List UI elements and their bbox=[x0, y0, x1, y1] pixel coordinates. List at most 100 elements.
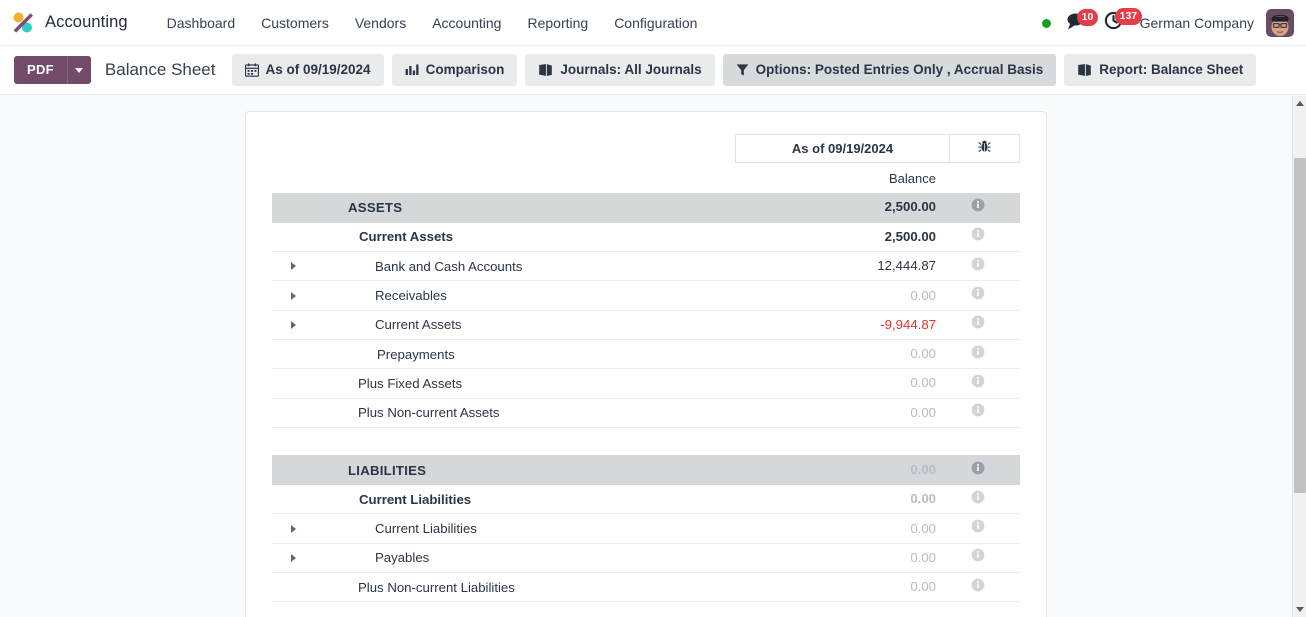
menu-vendors[interactable]: Vendors bbox=[342, 9, 419, 37]
info-circle-icon[interactable] bbox=[971, 519, 985, 538]
caret-right-icon[interactable] bbox=[290, 320, 296, 329]
row-value: 0.00 bbox=[910, 375, 936, 391]
table-row[interactable]: Payables 0.00 bbox=[272, 543, 1020, 574]
filter-report-label: Report: Balance Sheet bbox=[1099, 62, 1244, 77]
row-value: 0.00 bbox=[910, 462, 936, 478]
row-label: Prepayments bbox=[377, 346, 455, 362]
messages-count-badge: 10 bbox=[1076, 8, 1099, 26]
table-row[interactable]: Current Liabilities 0.00 bbox=[272, 484, 1020, 515]
activities-count-badge: 137 bbox=[1114, 8, 1143, 25]
row-expander-cell[interactable] bbox=[272, 280, 314, 311]
info-circle-icon[interactable] bbox=[971, 403, 985, 422]
bar-chart-icon bbox=[405, 63, 419, 77]
date-column-header[interactable]: As of 09/19/2024 bbox=[735, 134, 950, 163]
scroll-up-arrow[interactable] bbox=[1293, 96, 1306, 111]
row-expander-cell[interactable] bbox=[272, 513, 314, 544]
scroll-down-arrow[interactable] bbox=[1293, 602, 1306, 617]
info-circle-icon[interactable] bbox=[971, 345, 985, 364]
row-label: Plus Non-current Assets bbox=[358, 405, 500, 421]
row-expander-cell bbox=[272, 339, 314, 370]
activities-button[interactable]: 137 bbox=[1103, 8, 1143, 36]
row-label: LIABILITIES bbox=[348, 462, 427, 478]
row-value: 0.00 bbox=[910, 549, 936, 565]
main-menu: Dashboard Customers Vendors Accounting R… bbox=[154, 9, 711, 37]
company-switcher[interactable]: German Company bbox=[1140, 15, 1254, 31]
info-circle-icon[interactable] bbox=[971, 490, 985, 509]
caret-right-icon[interactable] bbox=[290, 524, 296, 533]
filter-date-label: As of 09/19/2024 bbox=[265, 62, 371, 77]
info-circle-icon[interactable] bbox=[971, 315, 985, 334]
row-expander-cell[interactable] bbox=[272, 310, 314, 340]
table-row[interactable]: Plus Non-current Assets 0.00 bbox=[272, 398, 1020, 428]
pdf-dropdown-button[interactable] bbox=[66, 56, 91, 84]
menu-configuration[interactable]: Configuration bbox=[601, 9, 710, 37]
caret-right-icon[interactable] bbox=[290, 291, 296, 300]
menu-accounting[interactable]: Accounting bbox=[419, 9, 514, 37]
table-row[interactable]: Current Assets -9,944.87 bbox=[272, 310, 1020, 340]
book-icon bbox=[538, 63, 553, 77]
caret-right-icon[interactable] bbox=[290, 262, 296, 271]
pdf-export-button[interactable]: PDF bbox=[14, 56, 67, 84]
filter-options-button[interactable]: Options: Posted Entries Only , Accrual B… bbox=[722, 54, 1057, 86]
vertical-scrollbar[interactable] bbox=[1292, 96, 1306, 617]
filter-report-button[interactable]: Report: Balance Sheet bbox=[1064, 54, 1257, 86]
menu-reporting[interactable]: Reporting bbox=[514, 9, 601, 37]
top-navbar: Accounting Dashboard Customers Vendors A… bbox=[0, 0, 1306, 46]
table-row[interactable]: Prepayments 0.00 bbox=[272, 339, 1020, 370]
book-icon bbox=[1077, 63, 1092, 77]
info-circle-icon[interactable] bbox=[971, 286, 985, 305]
report-date-header: As of 09/19/2024 bbox=[272, 134, 1020, 163]
row-value: 0.00 bbox=[910, 287, 936, 303]
filter-journals-label: Journals: All Journals bbox=[560, 62, 702, 77]
info-circle-icon[interactable] bbox=[971, 198, 985, 217]
table-row[interactable]: Plus Non-current Liabilities 0.00 bbox=[272, 572, 1020, 603]
filter-comparison-label: Comparison bbox=[425, 62, 505, 77]
table-row[interactable]: Plus Fixed Assets 0.00 bbox=[272, 368, 1020, 399]
row-value: 0.00 bbox=[910, 404, 936, 420]
balance-sheet-table: ASSETS 2,500.00 Current Assets 2,500.00 … bbox=[272, 193, 1020, 603]
brand[interactable]: Accounting bbox=[10, 10, 128, 36]
balance-column-label: Balance bbox=[889, 171, 936, 186]
debug-column-header[interactable] bbox=[950, 134, 1020, 163]
user-avatar[interactable] bbox=[1266, 9, 1294, 37]
table-row[interactable]: LIABILITIES 0.00 bbox=[272, 454, 1020, 486]
row-value: 0.00 bbox=[910, 491, 936, 507]
funnel-icon bbox=[736, 63, 749, 77]
info-circle-icon[interactable] bbox=[971, 461, 985, 480]
bug-icon bbox=[978, 139, 991, 158]
odoo-accounting-logo-icon bbox=[10, 10, 36, 36]
row-label: Receivables bbox=[375, 288, 447, 304]
info-circle-icon[interactable] bbox=[971, 257, 985, 276]
menu-customers[interactable]: Customers bbox=[248, 9, 342, 37]
filter-comparison-button[interactable]: Comparison bbox=[391, 54, 518, 86]
row-expander-cell[interactable] bbox=[272, 251, 314, 282]
brand-label: Accounting bbox=[45, 13, 128, 31]
filter-date-button[interactable]: As of 09/19/2024 bbox=[231, 54, 384, 86]
info-circle-icon[interactable] bbox=[971, 578, 985, 597]
table-row[interactable]: ASSETS 2,500.00 bbox=[272, 193, 1020, 223]
row-expander-cell bbox=[272, 454, 314, 486]
info-circle-icon[interactable] bbox=[971, 374, 985, 393]
table-row[interactable]: Current Liabilities 0.00 bbox=[272, 513, 1020, 544]
info-circle-icon[interactable] bbox=[971, 227, 985, 246]
page-title: Balance Sheet bbox=[104, 60, 216, 79]
filter-options-label: Options: Posted Entries Only , Accrual B… bbox=[755, 62, 1044, 77]
info-circle-icon[interactable] bbox=[971, 548, 985, 567]
section-spacer bbox=[272, 427, 1020, 455]
menu-dashboard[interactable]: Dashboard bbox=[154, 9, 249, 37]
row-expander-cell[interactable] bbox=[272, 543, 314, 574]
calendar-icon bbox=[244, 62, 259, 77]
table-row[interactable]: Bank and Cash Accounts 12,444.87 bbox=[272, 251, 1020, 282]
row-expander-cell bbox=[272, 398, 314, 428]
table-row[interactable]: Current Assets 2,500.00 bbox=[272, 222, 1020, 253]
online-status-dot bbox=[1041, 18, 1051, 28]
caret-up-icon bbox=[1296, 101, 1304, 106]
scroll-thumb[interactable] bbox=[1294, 158, 1306, 493]
row-label: ASSETS bbox=[348, 199, 403, 215]
filter-journals-button[interactable]: Journals: All Journals bbox=[525, 54, 715, 86]
row-label: Plus Fixed Assets bbox=[358, 375, 463, 391]
messages-button[interactable]: 10 bbox=[1065, 8, 1099, 36]
caret-right-icon[interactable] bbox=[290, 553, 296, 562]
navbar-right: 10 137 German Company bbox=[1041, 0, 1294, 46]
table-row[interactable]: Receivables 0.00 bbox=[272, 280, 1020, 311]
